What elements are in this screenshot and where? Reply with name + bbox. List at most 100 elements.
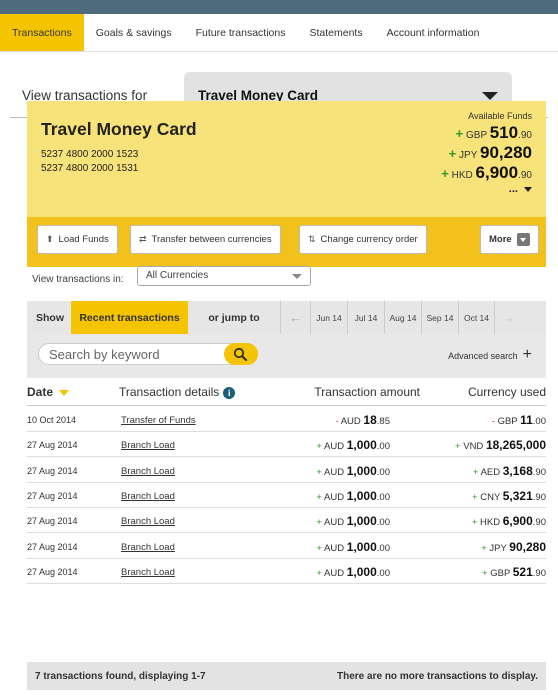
currency-value: 521 (512, 564, 533, 579)
card-summary-panel: Travel Money Card 5237 4800 2000 1523 52… (27, 101, 546, 217)
amount-decimals: .00 (376, 567, 390, 579)
load-funds-button[interactable]: ⬆ Load Funds (37, 225, 118, 254)
date-column-header[interactable]: Date (27, 385, 70, 399)
transaction-amount: + AUD 1,000.00 (316, 489, 390, 503)
card-number: 5237 4800 2000 1531 (41, 163, 139, 174)
more-funds-toggle[interactable]: ... (509, 183, 532, 195)
tab-transactions[interactable]: Transactions (0, 14, 84, 51)
transaction-details-link[interactable]: Transfer of Funds (121, 415, 196, 426)
transaction-details-link[interactable]: Branch Load (121, 567, 175, 578)
amount-decimals: .00 (376, 542, 390, 554)
transfer-between-currencies-button[interactable]: ⇄ Transfer between currencies (130, 225, 281, 254)
currency-used-amount: + CNY 5,321.90 (472, 489, 546, 503)
chevron-down-icon (292, 274, 302, 279)
transaction-date: 27 Aug 2014 (27, 490, 78, 501)
amount-sign: - (335, 416, 339, 427)
main-content: View transactions for Travel Money Card … (0, 52, 558, 695)
currency-code: CNY (480, 491, 501, 503)
dropdown-arrow-icon (482, 92, 498, 100)
search-button[interactable] (224, 343, 258, 365)
fund-balance: + HKD 6,900.90 (441, 163, 532, 183)
fund-currency: JPY (459, 150, 478, 161)
amount-value: 1,000 (346, 564, 377, 579)
transaction-amount: + AUD 1,000.00 (316, 514, 390, 528)
next-month-arrow-icon[interactable]: → (494, 301, 523, 334)
amount-sign: + (316, 542, 322, 554)
search-box (38, 343, 258, 365)
amount-currency: AUD (324, 491, 345, 503)
fund-amount: 6,900 (475, 163, 519, 182)
more-button[interactable]: More (480, 225, 539, 254)
positive-sign: + (455, 126, 464, 141)
tab-account-information[interactable]: Account information (375, 14, 492, 51)
transaction-amount: - AUD 18.85 (335, 413, 390, 427)
fund-currency: HKD (451, 170, 473, 181)
currency-code: GBP (497, 416, 518, 427)
month-tab[interactable]: Sep 14 (421, 301, 458, 334)
table-row: 27 Aug 2014 Branch Load + AUD 1,000.00 + AE… (27, 458, 546, 483)
no-more-message: There are no more transactions to displa… (337, 671, 538, 682)
table-row: 27 Aug 2014 Branch Load + AUD 1,000.00 + GB… (27, 559, 546, 584)
currency-sign: + (482, 567, 488, 579)
currency-code: VND (463, 441, 484, 453)
period-filter-bar: Show Recent transactions or jump to ← Ju… (27, 301, 546, 341)
prev-month-arrow-icon[interactable]: ← (280, 301, 310, 334)
currency-decimals: .90 (532, 517, 546, 529)
month-tab[interactable]: Jun 14 (310, 301, 347, 334)
amount-sign: + (316, 517, 322, 529)
currency-sign: - (491, 416, 495, 427)
table-row: 27 Aug 2014 Branch Load + AUD 1,000.00 + VN… (27, 432, 546, 458)
transaction-details-link[interactable]: Branch Load (121, 542, 175, 553)
transaction-details-link[interactable]: Branch Load (121, 491, 175, 502)
transaction-details-link[interactable]: Branch Load (121, 466, 175, 477)
amount-currency: AUD (340, 416, 361, 427)
amount-decimals: .85 (376, 416, 390, 427)
card-actions-bar: ⬆ Load Funds ⇄ Transfer between currenci… (27, 217, 546, 267)
table-row: 27 Aug 2014 Branch Load + AUD 1,000.00 + HK… (27, 508, 546, 534)
transfer-label: Transfer between currencies (151, 234, 272, 245)
results-count: 7 transactions found, displaying 1-7 (35, 671, 206, 682)
currency-filter-select[interactable]: All Currencies (137, 266, 311, 286)
currency-value: 6,900 (502, 514, 533, 529)
currency-used-amount: + AED 3,168.90 (473, 464, 546, 478)
currency-code: HKD (480, 517, 501, 529)
tab-future-transactions[interactable]: Future transactions (184, 14, 298, 51)
amount-column-header: Transaction amount (314, 385, 420, 399)
change-currency-order-button[interactable]: ⇅ Change currency order (299, 225, 427, 254)
currency-sign: + (471, 517, 478, 529)
transaction-date: 27 Aug 2014 (27, 541, 78, 552)
table-row: 27 Aug 2014 Branch Load + AUD 1,000.00 + CN… (27, 483, 546, 508)
currency-filter-label: View transactions in: (32, 274, 124, 285)
swap-arrows-icon: ⇄ (139, 234, 147, 244)
search-input[interactable] (49, 346, 219, 362)
info-icon[interactable]: i (223, 386, 236, 399)
dropdown-square-icon (516, 233, 530, 246)
currency-value: 3,168 (502, 463, 533, 478)
load-funds-label: Load Funds (58, 234, 109, 245)
transaction-details-link[interactable]: Branch Load (121, 440, 175, 451)
transaction-amount: + AUD 1,000.00 (316, 438, 390, 452)
tab-goals-savings[interactable]: Goals & savings (84, 14, 184, 51)
currency-value: 5,321 (502, 488, 533, 503)
currency-used-amount: + HKD 6,900.90 (472, 514, 546, 528)
page: Transactions Goals & savings Future tran… (0, 0, 558, 695)
tab-statements[interactable]: Statements (297, 14, 374, 51)
table-row: 10 Oct 2014 Transfer of Funds - AUD 18.85-… (27, 407, 546, 432)
transaction-amount: + AUD 1,000.00 (316, 540, 390, 554)
month-tab[interactable]: Oct 14 (458, 301, 494, 334)
currency-sign: + (472, 491, 478, 503)
month-tab[interactable]: Jul 14 (347, 301, 384, 334)
table-footer: 7 transactions found, displaying 1-7 The… (27, 662, 546, 690)
currency-used-amount: + VND 18,265,000 (455, 438, 546, 452)
recent-transactions-tab[interactable]: Recent transactions (71, 301, 188, 341)
transaction-date: 27 Aug 2014 (27, 566, 78, 577)
amount-currency: AUD (324, 466, 345, 478)
transaction-details-link[interactable]: Branch Load (121, 516, 175, 527)
currency-used-amount: + GBP 521.90 (482, 565, 546, 579)
currency-code: GBP (490, 567, 511, 579)
advanced-search-link[interactable]: Advanced search + (448, 346, 532, 364)
amount-value: 1,000 (346, 539, 377, 554)
details-column-header: Transaction details i (119, 385, 236, 399)
month-tab[interactable]: Aug 14 (384, 301, 421, 334)
sort-desc-icon (59, 389, 70, 396)
